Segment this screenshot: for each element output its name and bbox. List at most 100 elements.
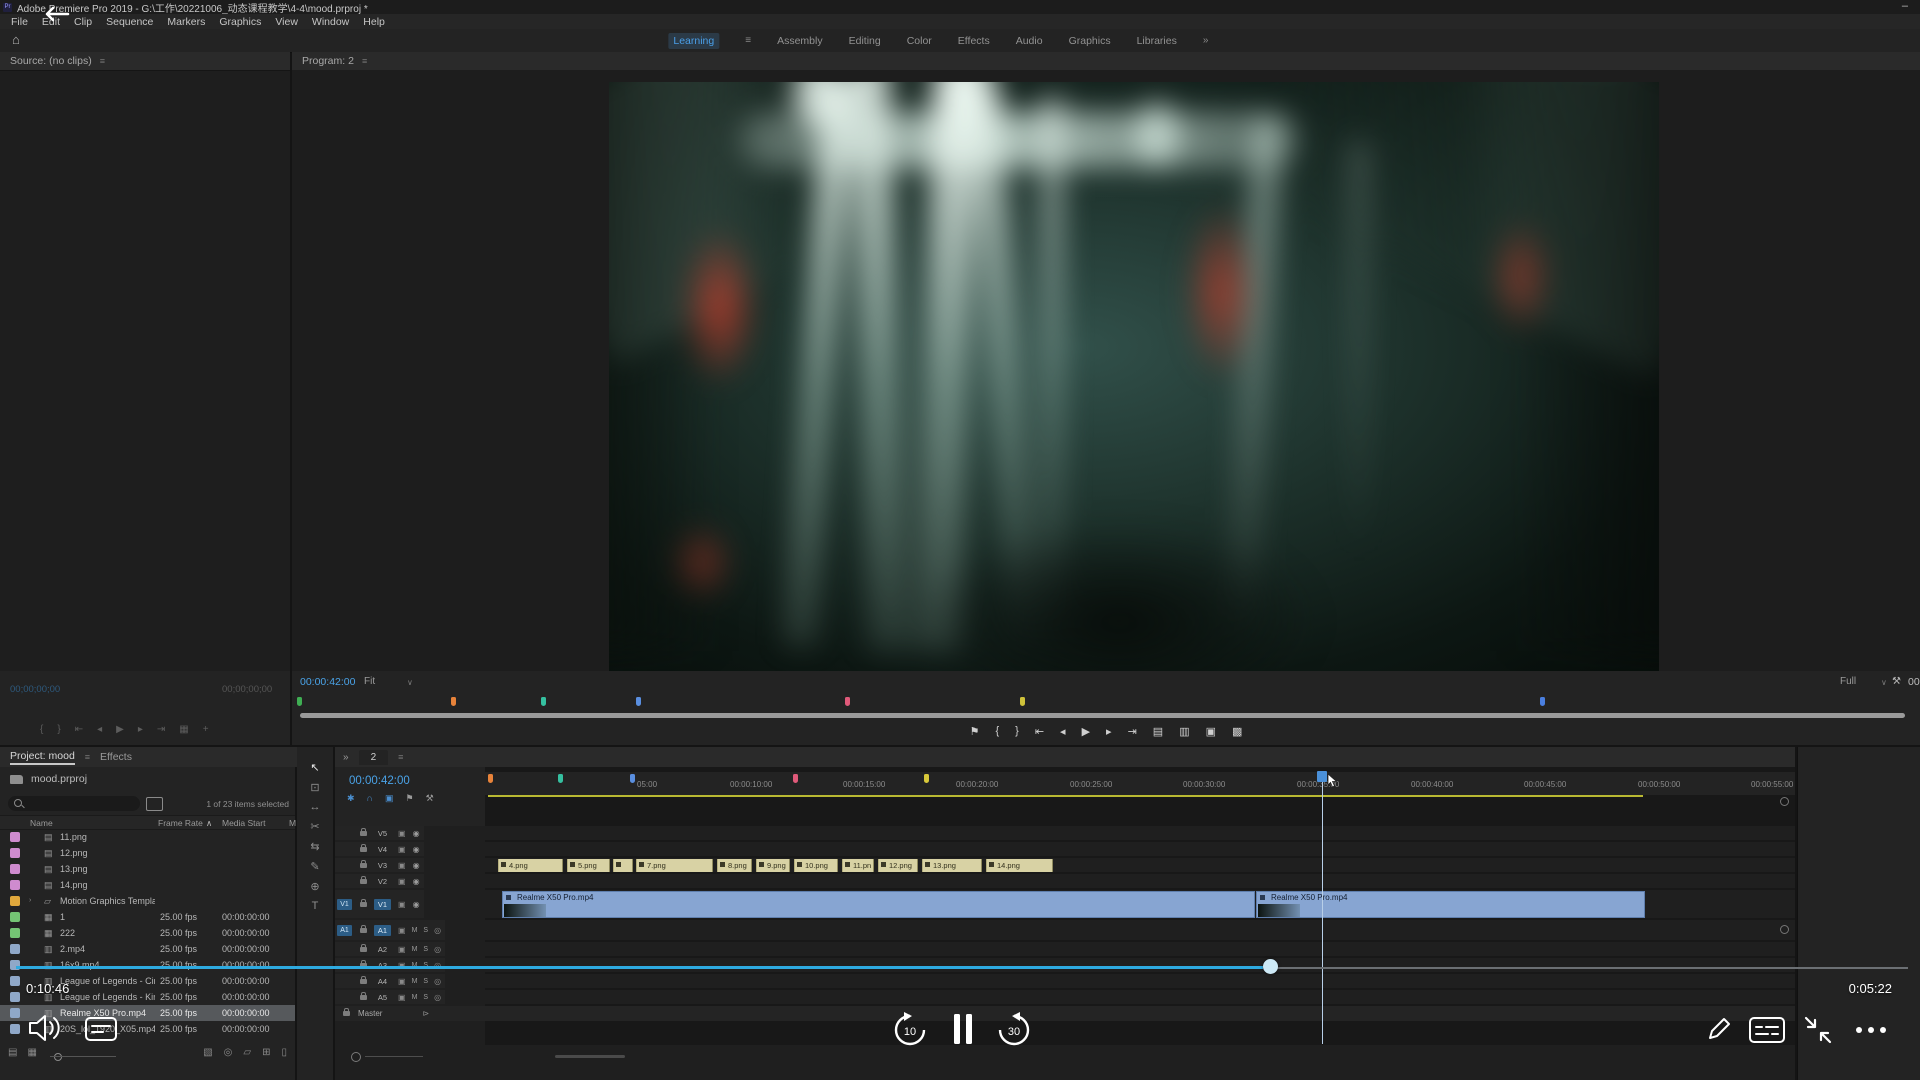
label-swatch[interactable] — [10, 992, 20, 1002]
source-patch[interactable] — [337, 992, 352, 1003]
source-patch[interactable]: A1 — [337, 925, 352, 936]
mark-in-button[interactable]: { — [995, 725, 999, 737]
track-name[interactable]: A1 — [374, 925, 391, 936]
media-row[interactable]: ▤ 14.png — [0, 877, 295, 893]
still-clip[interactable]: 14.png — [986, 859, 1053, 872]
shrink-icon[interactable] — [1802, 1014, 1834, 1046]
label-swatch[interactable] — [10, 928, 20, 938]
row-name[interactable]: 14.png — [60, 877, 88, 893]
program-timecode[interactable]: 00:00:42:00 — [300, 676, 355, 688]
track-select-tool[interactable]: ⊡ — [310, 781, 319, 794]
row-name[interactable]: 11.png — [60, 829, 87, 845]
home-icon[interactable]: ⌂ — [12, 32, 20, 47]
label-swatch[interactable] — [10, 944, 20, 954]
row-name[interactable]: Motion Graphics Template — [60, 893, 155, 909]
mute-button[interactable]: M — [412, 978, 418, 985]
still-clip[interactable]: 13.png — [922, 859, 982, 872]
sync-lock-icon[interactable]: ▣ — [398, 845, 406, 854]
sync-lock-icon[interactable]: ▣ — [398, 861, 406, 870]
sync-lock-icon[interactable]: ▣ — [398, 945, 406, 954]
label-swatch[interactable] — [10, 912, 20, 922]
source-patch[interactable] — [337, 976, 352, 987]
slip-tool[interactable]: ⇆ — [310, 840, 319, 853]
add-marker-button[interactable]: ⚑ — [970, 725, 980, 738]
rewind-10-button[interactable]: 10 — [890, 1010, 930, 1050]
timeline-scrollbar[interactable] — [335, 1047, 1795, 1067]
still-clip[interactable]: 12.png — [878, 859, 918, 872]
go-to-out-button[interactable]: ⇥ — [157, 724, 165, 735]
scroll-knob[interactable] — [1780, 925, 1789, 934]
tab-project[interactable]: Project: mood — [10, 750, 75, 765]
playhead-line[interactable] — [1322, 772, 1323, 1044]
ruler-marker-icon[interactable] — [558, 774, 563, 783]
sync-lock-icon[interactable]: ▣ — [398, 900, 406, 909]
row-name[interactable]: 222 — [60, 925, 75, 941]
workspace-tab-effects[interactable]: Effects — [958, 35, 990, 47]
media-row[interactable]: ▦ 1 25.00 fps 00:00:00:00 — [0, 909, 295, 925]
source-patch[interactable]: V1 — [337, 899, 352, 910]
track-name[interactable]: A4 — [374, 976, 391, 987]
track-name[interactable]: V5 — [374, 828, 391, 839]
player-progress-bar[interactable] — [16, 966, 1263, 969]
source-patch[interactable] — [337, 944, 352, 955]
workspace-tab-graphics[interactable]: Graphics — [1069, 35, 1111, 47]
menu-item[interactable]: File — [4, 16, 35, 28]
caption-icon[interactable] — [1748, 1016, 1786, 1044]
linked-selection-icon[interactable]: ▣ — [385, 793, 394, 804]
video-clip[interactable]: Realme X50 Pro.mp4 — [1256, 891, 1645, 918]
comparison-view-button[interactable]: ▩ — [1232, 725, 1242, 738]
step-back-button[interactable]: ◂ — [1060, 725, 1066, 738]
find-button[interactable]: ◎ — [224, 1047, 233, 1058]
ruler-marker-icon[interactable] — [630, 774, 635, 783]
new-item-button[interactable]: ⊞ — [262, 1047, 270, 1058]
bin-name[interactable]: mood.prproj — [31, 773, 87, 785]
go-to-out-button[interactable]: ⇥ — [1128, 725, 1137, 738]
sync-lock-icon[interactable]: ▣ — [398, 977, 406, 986]
solo-button[interactable]: S — [423, 978, 428, 985]
timeline-marker-icon[interactable] — [845, 697, 850, 706]
row-name[interactable]: League of Legends - Cinem — [60, 973, 155, 989]
zoom-slider[interactable] — [50, 1056, 116, 1057]
resolution-dropdown[interactable]: Full — [1840, 676, 1856, 687]
still-clip[interactable] — [613, 859, 633, 872]
delete-button[interactable]: ▯ — [281, 1047, 287, 1058]
label-swatch[interactable] — [10, 880, 20, 890]
danmaku-icon[interactable] — [84, 1016, 118, 1044]
icon-view-button[interactable]: ▦ — [27, 1047, 36, 1058]
sync-lock-icon[interactable]: ▣ — [398, 877, 406, 886]
still-clip[interactable]: 10.png — [794, 859, 838, 872]
scroll-knob[interactable] — [1780, 797, 1789, 806]
source-patch[interactable] — [337, 828, 352, 839]
track-lock-icon[interactable] — [360, 979, 367, 984]
new-bin-button[interactable]: ▱ — [243, 1047, 251, 1058]
insert-button[interactable]: ▦ — [179, 724, 188, 735]
track-output-icon[interactable]: ◉ — [413, 829, 420, 838]
step-forward-button[interactable]: ▸ — [138, 724, 143, 735]
mark-in-button[interactable]: { — [40, 724, 43, 735]
label-swatch[interactable] — [10, 864, 20, 874]
track-output-icon[interactable]: ◉ — [413, 900, 420, 909]
type-tool[interactable]: T — [312, 900, 319, 912]
track-lock-icon[interactable] — [360, 928, 367, 933]
play-button[interactable]: ▶ — [1082, 725, 1090, 738]
ruler-marker-icon[interactable] — [924, 774, 929, 783]
volume-icon[interactable] — [26, 1012, 64, 1044]
sync-lock-icon[interactable]: ▣ — [398, 829, 406, 838]
extract-button[interactable]: ▥ — [1179, 725, 1189, 738]
mute-button[interactable]: M — [412, 927, 418, 934]
row-name[interactable]: 16x9.mp4 — [60, 957, 100, 973]
ripple-edit-tool[interactable]: ↔ — [310, 801, 321, 813]
export-frame-button[interactable]: ▣ — [1206, 725, 1216, 738]
mute-button[interactable]: M — [412, 946, 418, 953]
scrollbar-thumb[interactable] — [555, 1055, 625, 1058]
zoom-slider-knob[interactable] — [54, 1053, 62, 1061]
track-name[interactable]: V2 — [374, 876, 391, 887]
track-lock-icon[interactable] — [360, 902, 367, 907]
solo-button[interactable]: S — [423, 927, 428, 934]
panel-chevron-icon[interactable]: » — [343, 752, 349, 763]
label-swatch[interactable] — [10, 976, 20, 986]
column-header-frame-rate[interactable]: Frame Rate — [158, 818, 203, 828]
source-patch[interactable] — [337, 860, 352, 871]
label-swatch[interactable] — [10, 848, 20, 858]
label-swatch[interactable] — [10, 1024, 20, 1034]
